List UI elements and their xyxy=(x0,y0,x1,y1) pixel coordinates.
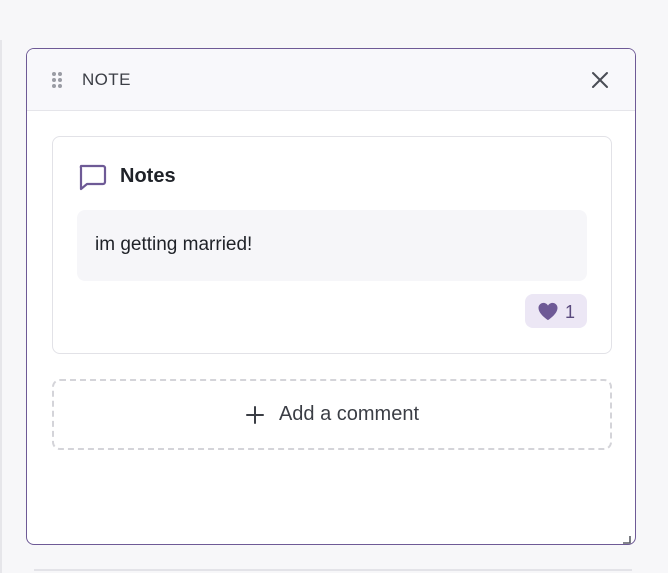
add-comment-label: Add a comment xyxy=(278,403,420,425)
background-panel-bottom-edge xyxy=(34,569,632,571)
background-panel-edge xyxy=(0,40,2,573)
note-bubble: im getting married! xyxy=(77,210,587,281)
note-panel: NOTE Notes im getting married! 1 Add a c… xyxy=(26,48,636,545)
comment-icon xyxy=(77,163,107,191)
panel-title: NOTE xyxy=(82,70,131,89)
resize-grip-icon[interactable] xyxy=(622,531,631,544)
plus-icon xyxy=(245,405,265,425)
panel-header: NOTE xyxy=(27,49,635,111)
notes-card: Notes im getting married! 1 xyxy=(52,136,612,354)
like-count: 1 xyxy=(565,302,576,322)
drag-handle-icon[interactable] xyxy=(51,71,63,89)
page: NOTE Notes im getting married! 1 Add a c… xyxy=(0,0,668,573)
like-button[interactable]: 1 xyxy=(525,294,587,328)
close-icon[interactable] xyxy=(589,69,611,91)
notes-title: Notes xyxy=(120,165,176,187)
add-comment-button[interactable]: Add a comment xyxy=(52,379,612,450)
note-text: im getting married! xyxy=(95,234,253,255)
add-comment-content: Add a comment xyxy=(54,381,610,448)
heart-icon xyxy=(537,302,559,321)
